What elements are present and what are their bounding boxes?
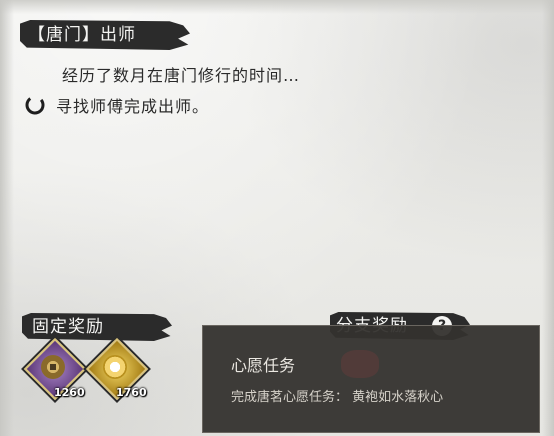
- quest-description: 经历了数月在唐门修行的时间…: [62, 66, 301, 85]
- gold-lotus-icon: [103, 355, 127, 379]
- item-count: 1260: [54, 386, 85, 399]
- quest-title: 【唐门】出师: [28, 25, 136, 45]
- branch-reward-item-icon: [341, 350, 379, 378]
- tooltip-body: 完成唐茗心愿任务： 黄袍如水落秋心: [231, 390, 444, 405]
- panel-top-edge: [0, 0, 554, 14]
- panel-right-edge: [542, 0, 554, 436]
- progress-ring-icon: [25, 95, 45, 115]
- item-count: 1760: [116, 386, 147, 399]
- quest-objective: 寻找师傅完成出师。: [24, 92, 209, 118]
- fixed-reward-label: 固定奖励: [32, 317, 104, 337]
- reward-item-copper-coin[interactable]: 1260: [23, 337, 87, 401]
- panel-left-edge: [0, 0, 14, 436]
- tooltip-title: 心愿任务: [231, 356, 296, 375]
- reward-item-gold-lotus[interactable]: 1760: [85, 337, 149, 401]
- tooltip-wish-quest: 心愿任务 完成唐茗心愿任务： 黄袍如水落秋心: [202, 325, 540, 433]
- copper-coin-icon: [41, 355, 65, 379]
- objective-text: 寻找师傅完成出师。: [56, 97, 210, 116]
